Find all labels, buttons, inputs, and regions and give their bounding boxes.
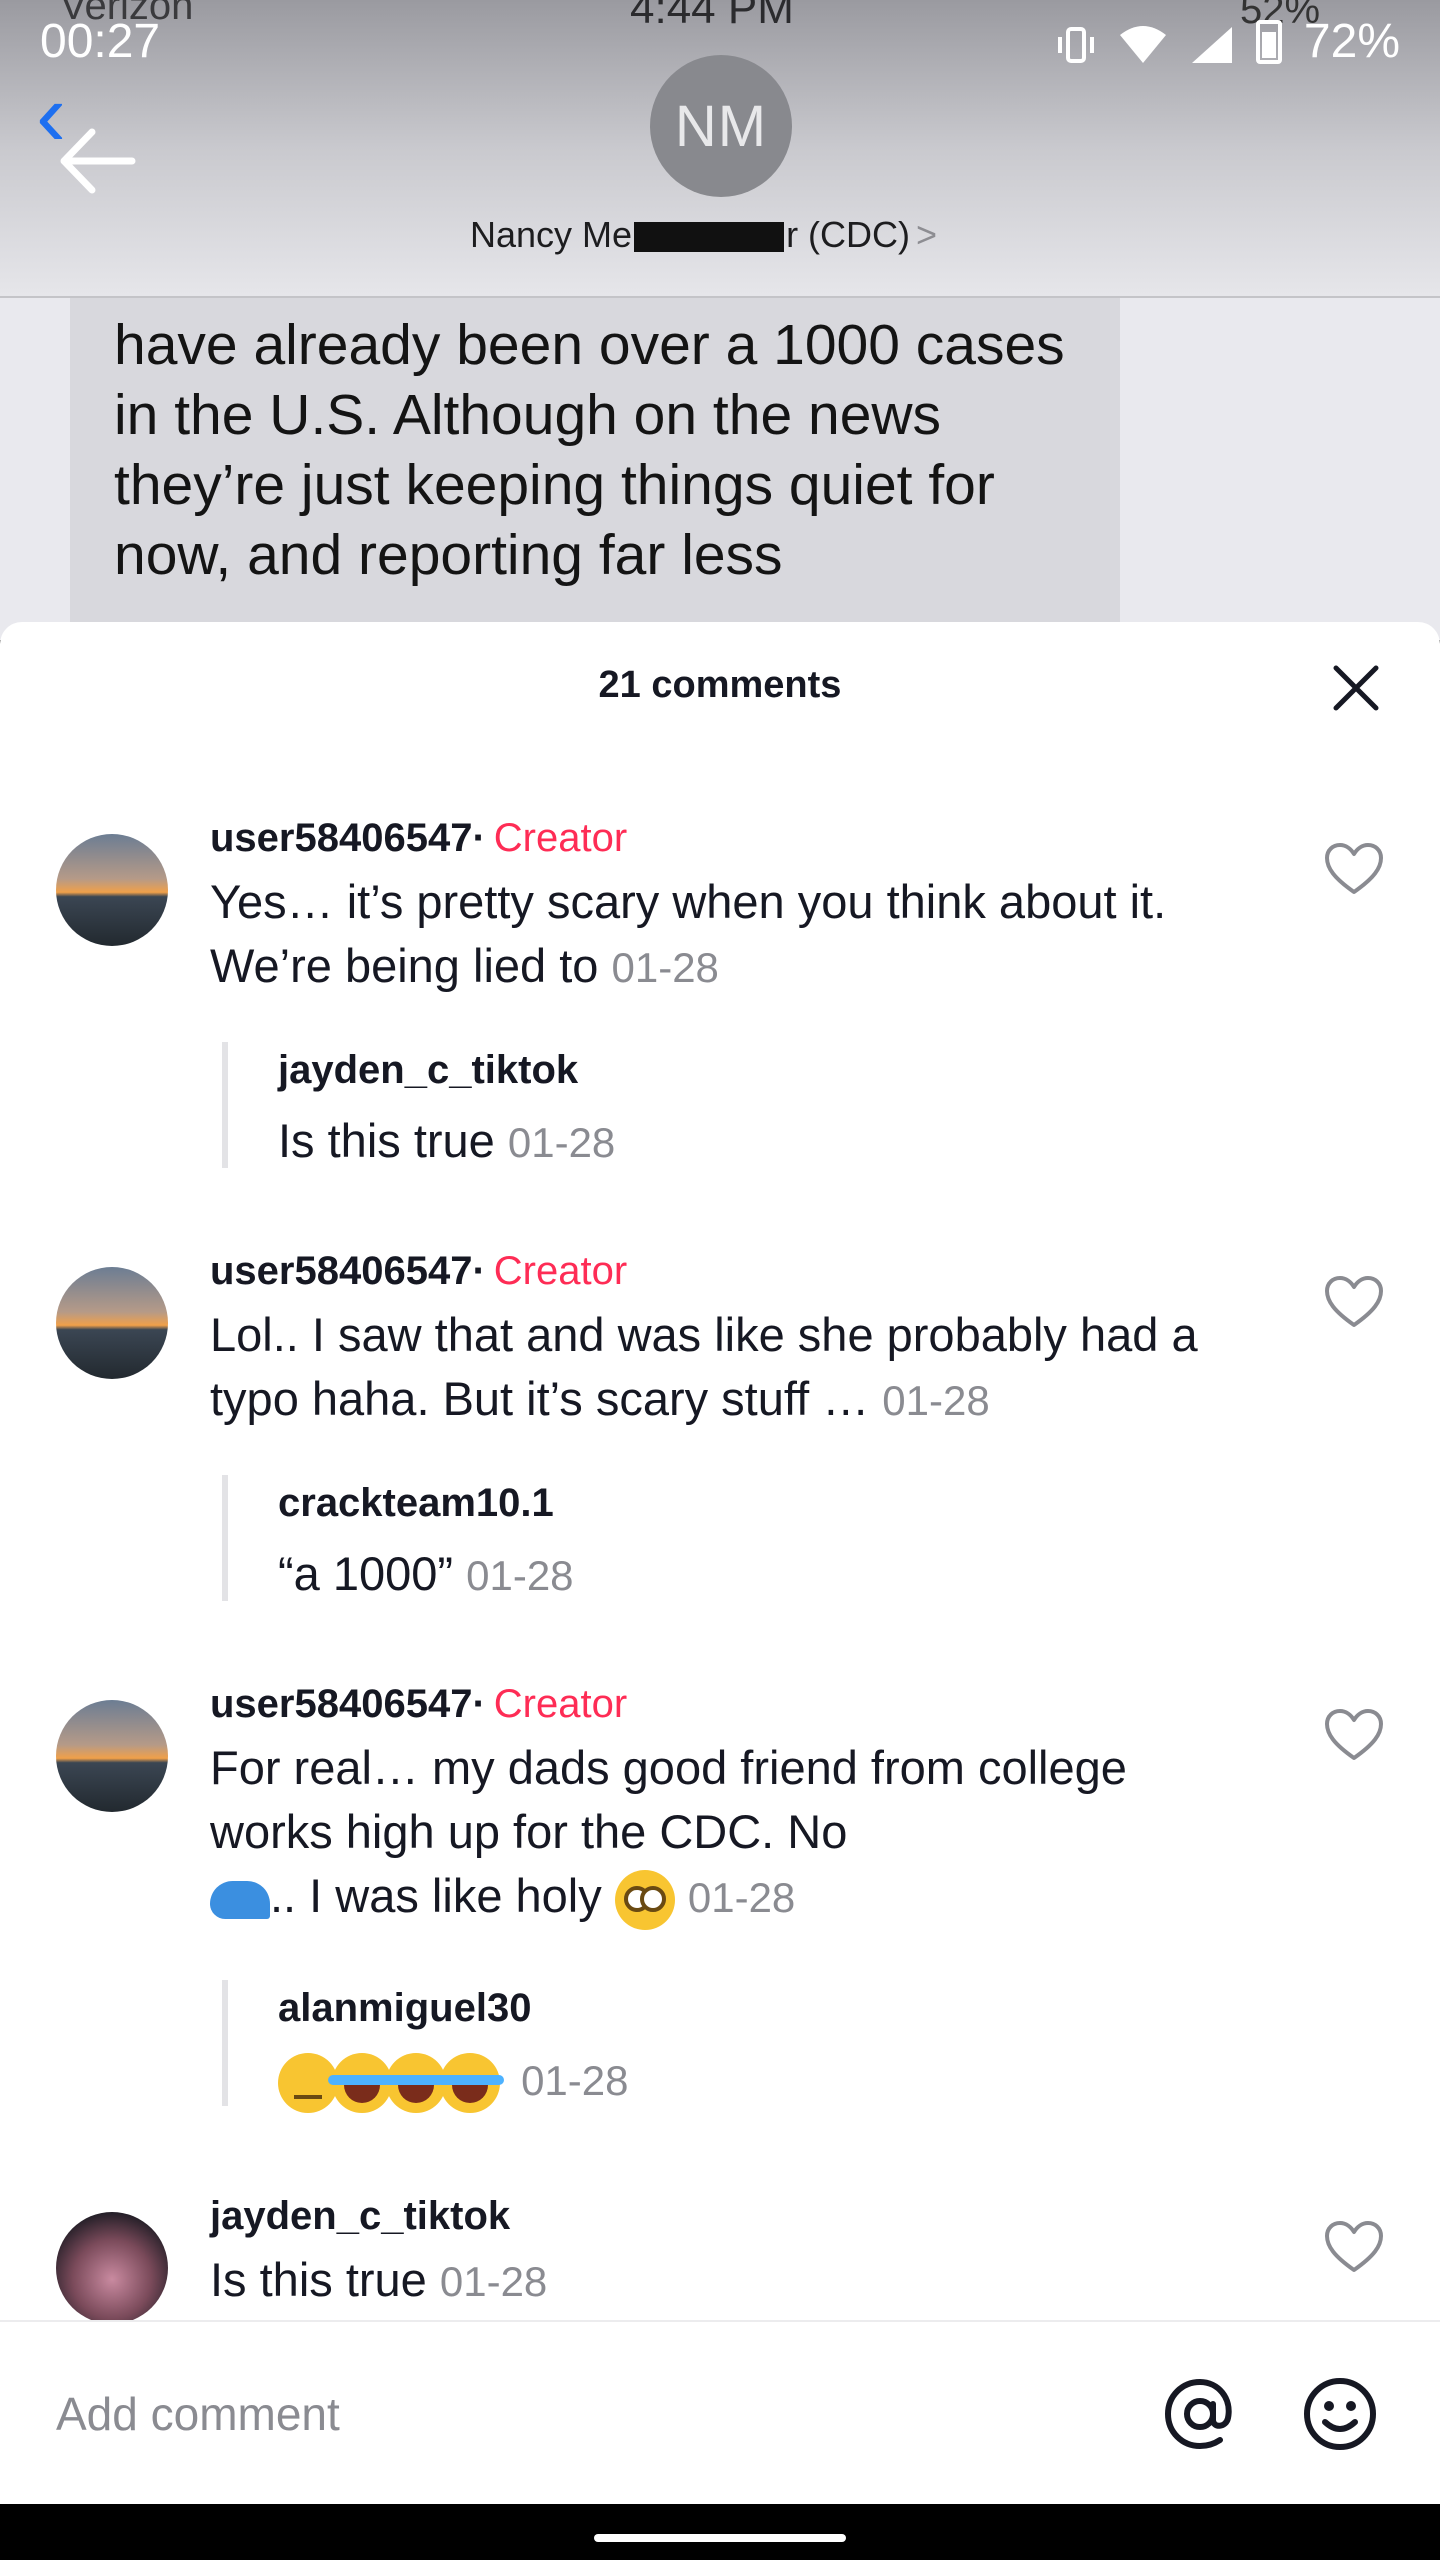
add-comment-bar bbox=[0, 2320, 1440, 2504]
comment-body-line2: .. I was like holy 01-28 bbox=[210, 1864, 1230, 1930]
creator-badge: Creator bbox=[493, 1682, 628, 1726]
reply-username[interactable]: alanmiguel30 bbox=[278, 1980, 1222, 2036]
back-arrow-icon[interactable] bbox=[56, 126, 136, 196]
comments-header: 21 comments bbox=[0, 622, 1440, 762]
video-background: Verizon 4:44 PM 52% ‹ NM Nancy Me r (CDC)… bbox=[0, 0, 1440, 640]
reply-text: 01-28 bbox=[278, 2046, 1222, 2114]
avatar[interactable] bbox=[56, 1267, 168, 1379]
comment-text: Is this true 01-28 bbox=[210, 2248, 1210, 2314]
heart-icon[interactable] bbox=[1324, 2220, 1384, 2274]
chevron-right-icon: > bbox=[916, 214, 938, 255]
status-time: 00:27 bbox=[40, 15, 161, 68]
username-text: user58406547· bbox=[210, 1249, 486, 1293]
username-text: user58406547· bbox=[210, 816, 486, 860]
navigation-bar bbox=[0, 2504, 1440, 2560]
avatar[interactable] bbox=[56, 834, 168, 946]
wifi-icon bbox=[1118, 22, 1168, 63]
reply-body: “a 1000” bbox=[278, 1547, 454, 1600]
reply-body: Is this true bbox=[278, 1114, 495, 1167]
home-indicator[interactable] bbox=[594, 2534, 846, 2542]
comment-date: 01-28 bbox=[882, 1377, 990, 1424]
reply-item: crackteam10.1 “a 1000” 01-28 bbox=[222, 1475, 1222, 1601]
redaction-bar bbox=[634, 222, 785, 253]
comment-text: For real… my dads good friend from colle… bbox=[210, 1736, 1230, 1930]
creator-badge: Creator bbox=[493, 1249, 628, 1293]
message-text: have already been over a 1000 cases in t… bbox=[114, 313, 1065, 587]
billed-cap-emoji-icon bbox=[210, 1880, 270, 1919]
status-icons: 72% bbox=[1056, 14, 1400, 69]
flushed-face-emoji-icon bbox=[614, 1869, 675, 1930]
comment-body-line2-text: .. I was like holy bbox=[270, 1869, 602, 1922]
reply-username[interactable]: crackteam10.1 bbox=[278, 1475, 1222, 1531]
contact-name-start: Nancy Me bbox=[470, 214, 633, 255]
battery-percent: 72% bbox=[1303, 15, 1400, 68]
comment-body: Is this true bbox=[210, 2253, 427, 2306]
close-icon[interactable] bbox=[1330, 662, 1382, 714]
reply-date: 01-28 bbox=[466, 1552, 574, 1599]
battery-icon bbox=[1255, 19, 1282, 64]
reply-date: 01-28 bbox=[507, 1119, 616, 1166]
comment-username[interactable]: user58406547· Creator bbox=[210, 1682, 627, 1727]
heart-icon[interactable] bbox=[1324, 842, 1384, 896]
heart-icon[interactable] bbox=[1324, 1275, 1384, 1329]
comment-date: 01-28 bbox=[687, 1874, 796, 1921]
reply-username[interactable]: jayden_c_tiktok bbox=[278, 1042, 1222, 1098]
avatar[interactable] bbox=[56, 2212, 168, 2320]
status-bar: 00:27 72% bbox=[0, 0, 1440, 80]
heart-icon[interactable] bbox=[1324, 1708, 1384, 1762]
contact-name: Nancy Me r (CDC) > bbox=[470, 214, 937, 256]
signal-icon bbox=[1190, 22, 1234, 63]
reply-item: jayden_c_tiktok Is this true 01-28 bbox=[222, 1042, 1222, 1168]
comments-sheet: 21 comments user58406547· Creator Yes… it… bbox=[0, 622, 1440, 2320]
comment-date: 01-28 bbox=[439, 2258, 548, 2305]
username-text: jayden_c_tiktok bbox=[210, 2194, 511, 2238]
comment-username[interactable]: user58406547· Creator bbox=[210, 816, 627, 861]
reply-text: Is this true 01-28 bbox=[278, 1108, 1222, 1176]
tears-of-joy-emoji-icon bbox=[436, 2052, 504, 2113]
reply-date: 01-28 bbox=[521, 2057, 629, 2104]
creator-badge: Creator bbox=[493, 816, 628, 860]
avatar[interactable] bbox=[56, 1700, 168, 1812]
vibrate-icon bbox=[1056, 22, 1096, 63]
reply-text: “a 1000” 01-28 bbox=[278, 1541, 1222, 1609]
comment-body: Lol.. I saw that and was like she probab… bbox=[210, 1308, 1198, 1425]
add-comment-input[interactable] bbox=[56, 2378, 1096, 2450]
comment-count: 21 comments bbox=[598, 664, 842, 706]
comment-body-line1: For real… my dads good friend from colle… bbox=[210, 1741, 1127, 1858]
at-icon[interactable] bbox=[1160, 2374, 1240, 2454]
smiley-icon[interactable] bbox=[1300, 2374, 1380, 2454]
comment-text: Lol.. I saw that and was like she probab… bbox=[210, 1303, 1260, 1433]
reply-item: alanmiguel30 01-28 bbox=[222, 1980, 1222, 2113]
comment-username[interactable]: user58406547· Creator bbox=[210, 1249, 627, 1294]
username-text: user58406547· bbox=[210, 1682, 486, 1726]
comment-date: 01-28 bbox=[611, 944, 719, 991]
message-bubble: have already been over a 1000 cases in t… bbox=[70, 298, 1120, 640]
comment-text: Yes… it’s pretty scary when you think ab… bbox=[210, 870, 1210, 1000]
contact-name-end: r (CDC) bbox=[786, 214, 911, 255]
comment-username[interactable]: jayden_c_tiktok bbox=[210, 2194, 510, 2239]
